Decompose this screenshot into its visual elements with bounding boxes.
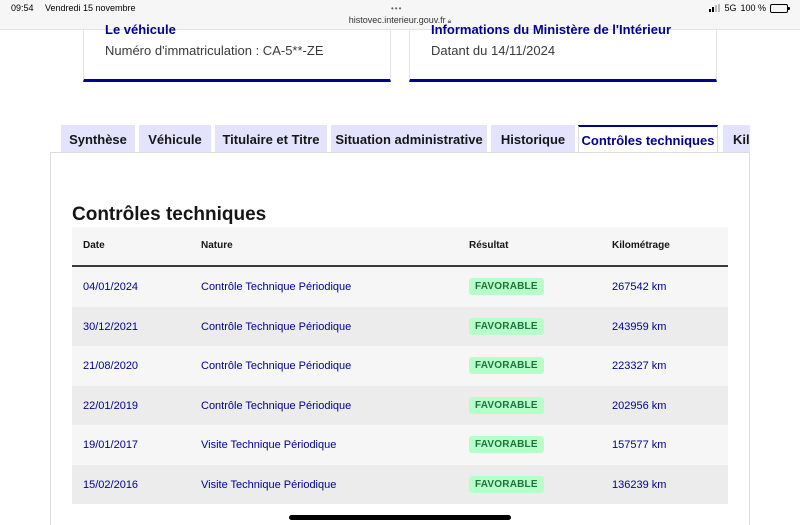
row-date: 04/01/2024 <box>83 281 139 293</box>
data-date: Datant du 14/11/2024 <box>431 43 556 58</box>
battery-label: 100 % <box>740 3 766 13</box>
result-badge: FAVORABLE <box>469 475 544 493</box>
row-date: 21/08/2020 <box>83 360 139 372</box>
tab-kilometrage[interactable]: Kilométrage <box>723 125 750 153</box>
table-row: 22/01/2019 Contrôle Technique Périodique… <box>72 385 728 425</box>
column-header-nature: Nature <box>201 240 233 251</box>
status-date: Vendredi 15 novembre <box>45 3 136 13</box>
tab-titulaire-titre[interactable]: Titulaire et Titre <box>215 125 327 153</box>
row-nature: Contrôle Technique Périodique <box>201 281 352 293</box>
ministry-card: Informations du Ministère de l'Intérieur… <box>409 22 717 82</box>
row-date: 15/02/2016 <box>83 478 139 491</box>
network-label: 5G <box>724 3 737 13</box>
column-header-date: Date <box>83 240 105 251</box>
row-nature: Visite Technique Périodique <box>201 439 337 451</box>
result-badge: FAVORABLE <box>469 436 544 453</box>
registration-number: Numéro d'immatriculation : CA-5**-ZE <box>105 43 324 58</box>
home-indicator[interactable] <box>289 515 511 520</box>
row-km: 202956 km <box>612 399 667 412</box>
row-date: 22/01/2019 <box>83 399 139 412</box>
column-header-kilometrage: Kilométrage <box>612 240 670 251</box>
signal-icon <box>709 4 721 12</box>
row-km: 243959 km <box>612 320 667 333</box>
table-row: 15/02/2016 Visite Technique Périodique F… <box>72 464 728 504</box>
tab-situation-administrative[interactable]: Situation administrative <box>331 125 487 153</box>
row-km: 223327 km <box>612 360 667 372</box>
row-km: 267542 km <box>612 281 667 293</box>
tab-vehicule[interactable]: Véhicule <box>139 125 211 153</box>
tab-historique[interactable]: Historique <box>491 125 575 153</box>
column-header-resultat: Résultat <box>469 240 509 251</box>
vehicle-card-title: Le véhicule <box>105 22 176 37</box>
row-nature: Contrôle Technique Périodique <box>201 320 352 333</box>
row-km: 157577 km <box>612 439 667 451</box>
table-row: 04/01/2024 Contrôle Technique Périodique… <box>72 267 728 307</box>
status-time: 09:54 <box>11 3 34 13</box>
row-date: 19/01/2017 <box>83 439 139 451</box>
status-indicators: 5G 100 % <box>709 3 790 13</box>
ministry-card-title: Informations du Ministère de l'Intérieur <box>431 22 672 37</box>
row-nature: Visite Technique Périodique <box>201 478 337 491</box>
vehicle-card: Le véhicule Numéro d'immatriculation : C… <box>83 22 391 82</box>
row-nature: Contrôle Technique Périodique <box>201 399 352 412</box>
table-row: 30/12/2021 Contrôle Technique Périodique… <box>72 306 728 346</box>
row-date: 30/12/2021 <box>83 320 139 333</box>
result-badge: FAVORABLE <box>469 317 544 335</box>
table-header: Date Nature Résultat Kilométrage <box>72 227 728 267</box>
result-badge: FAVORABLE <box>469 278 544 295</box>
section-title: Contrôles techniques <box>72 204 267 225</box>
result-badge: FAVORABLE <box>469 396 544 414</box>
row-km: 136239 km <box>612 478 667 491</box>
row-nature: Contrôle Technique Périodique <box>201 360 352 372</box>
more-dots-icon[interactable]: ••• <box>391 4 402 13</box>
tab-list: Synthèse Véhicule Titulaire et Titre Sit… <box>61 125 750 153</box>
controls-table: Date Nature Résultat Kilométrage 04/01/2… <box>72 227 728 504</box>
battery-icon <box>770 3 790 13</box>
result-badge: FAVORABLE <box>469 357 544 374</box>
tab-synthese[interactable]: Synthèse <box>61 125 135 153</box>
table-row: 19/01/2017 Visite Technique Périodique F… <box>72 425 728 465</box>
table-row: 21/08/2020 Contrôle Technique Périodique… <box>72 346 728 386</box>
tab-controles-techniques[interactable]: Contrôles techniques <box>578 125 718 153</box>
